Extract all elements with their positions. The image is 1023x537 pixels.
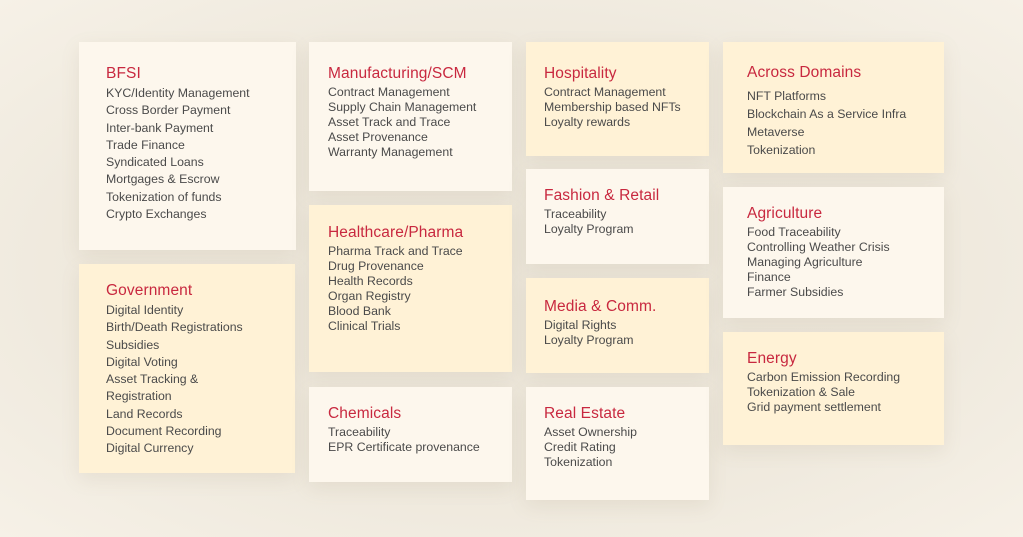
list-item: Controlling Weather Crisis: [747, 240, 890, 254]
list-item: Organ Registry: [328, 289, 411, 303]
card-items: Asset Ownership Credit Rating Tokenizati…: [544, 425, 709, 470]
card-title: Energy: [747, 350, 797, 367]
card-healthcare-pharma: Healthcare/Pharma Pharma Track and Trace…: [309, 205, 512, 372]
card-items: Digital Identity Birth/Death Registratio…: [106, 302, 295, 458]
list-item: Trade Finance: [106, 137, 185, 152]
card-title: Across Domains: [747, 64, 862, 81]
list-item: Registration: [106, 389, 172, 404]
card-title: Hospitality: [544, 65, 617, 82]
card-title: Media & Comm.: [544, 298, 657, 315]
list-item: Clinical Trials: [328, 319, 401, 333]
list-item: Birth/Death Registrations: [106, 320, 243, 335]
list-item: KYC/Identity Management: [106, 86, 250, 100]
card-items: Contract Management Membership based NFT…: [544, 85, 709, 130]
list-item: Loyalty Program: [544, 222, 634, 236]
list-item: Food Traceability: [747, 225, 841, 239]
card-media-comm: Media & Comm. Digital Rights Loyalty Pro…: [526, 278, 709, 373]
list-item: Tokenization: [747, 143, 816, 157]
card-items: Pharma Track and Trace Drug Provenance H…: [328, 244, 512, 334]
list-item: Tokenization of funds: [106, 189, 222, 204]
list-item: Asset Ownership: [544, 425, 637, 439]
list-item: Asset Tracking &: [106, 372, 199, 387]
list-item: Inter-bank Payment: [106, 120, 214, 135]
card-real-estate: Real Estate Asset Ownership Credit Ratin…: [526, 387, 709, 500]
list-item: Tokenization & Sale: [747, 385, 856, 399]
list-item: Warranty Management: [328, 145, 453, 159]
card-items: Food Traceability Controlling Weather Cr…: [747, 225, 944, 300]
list-item: Blood Bank: [328, 304, 391, 318]
list-item: Traceability: [544, 207, 607, 221]
list-item: Grid payment settlement: [747, 400, 881, 414]
list-item: Carbon Emission Recording: [747, 370, 901, 384]
card-across-domains: Across Domains NFT Platforms Blockchain …: [723, 42, 944, 173]
card-title: Agriculture: [747, 205, 823, 222]
list-item: NFT Platforms: [747, 89, 827, 103]
card-items: KYC/Identity Management Cross Border Pay…: [106, 85, 296, 223]
card-items: Contract Management Supply Chain Managem…: [328, 85, 512, 160]
list-item: Mortgages & Escrow: [106, 172, 220, 187]
list-item: Traceability: [328, 425, 391, 439]
card-items: Traceability Loyalty Program: [544, 207, 709, 237]
card-bfsi: BFSI KYC/Identity Management Cross Borde…: [79, 42, 296, 250]
list-item: Document Recording: [106, 424, 222, 439]
list-item: Crypto Exchanges: [106, 207, 207, 222]
card-items: Carbon Emission Recording Tokenization &…: [747, 370, 944, 415]
list-item: Contract Management: [544, 85, 666, 99]
list-item: Metaverse: [747, 125, 805, 139]
list-item: Pharma Track and Trace: [328, 244, 463, 258]
card-title: Chemicals: [328, 405, 402, 422]
card-title: Fashion & Retail: [544, 187, 660, 204]
card-chemicals: Chemicals Traceability EPR Certificate p…: [309, 387, 512, 482]
list-item: Subsidies: [106, 337, 160, 352]
card-items: NFT Platforms Blockchain As a Service In…: [747, 87, 944, 159]
list-item: Cross Border Payment: [106, 103, 231, 118]
list-item: Farmer Subsidies: [747, 285, 844, 299]
list-item: Blockchain As a Service Infra: [747, 107, 907, 121]
card-energy: Energy Carbon Emission Recording Tokeniz…: [723, 332, 944, 445]
card-items: Digital Rights Loyalty Program: [544, 318, 709, 348]
list-item: Drug Provenance: [328, 259, 424, 273]
card-hospitality: Hospitality Contract Management Membersh…: [526, 42, 709, 156]
list-item: EPR Certificate provenance: [328, 440, 480, 454]
card-title: BFSI: [106, 65, 141, 82]
list-item: Membership based NFTs: [544, 100, 681, 114]
list-item: Supply Chain Management: [328, 100, 477, 114]
list-item: Asset Track and Trace: [328, 115, 451, 129]
list-item: Loyalty rewards: [544, 115, 631, 129]
card-title: Real Estate: [544, 405, 626, 422]
list-item: Health Records: [328, 274, 413, 288]
card-title: Government: [106, 282, 193, 299]
card-items: Traceability EPR Certificate provenance: [328, 425, 512, 455]
card-government: Government Digital Identity Birth/Death …: [79, 264, 295, 473]
list-item: Credit Rating: [544, 440, 616, 454]
list-item: Digital Voting: [106, 354, 178, 369]
card-fashion-retail: Fashion & Retail Traceability Loyalty Pr…: [526, 169, 709, 264]
list-item: Digital Currency: [106, 441, 194, 456]
list-item: Finance: [747, 270, 791, 284]
list-item: Managing Agriculture: [747, 255, 863, 269]
card-manufacturing-scm: Manufacturing/SCM Contract Management Su…: [309, 42, 512, 191]
list-item: Loyalty Program: [544, 333, 634, 347]
list-item: Asset Provenance: [328, 130, 428, 144]
card-title: Healthcare/Pharma: [328, 224, 464, 241]
card-agriculture: Agriculture Food Traceability Controllin…: [723, 187, 944, 318]
list-item: Tokenization: [544, 455, 613, 469]
list-item: Digital Rights: [544, 318, 617, 332]
list-item: Contract Management: [328, 85, 450, 99]
list-item: Digital Identity: [106, 303, 184, 317]
list-item: Land Records: [106, 406, 183, 421]
list-item: Syndicated Loans: [106, 155, 204, 170]
card-title: Manufacturing/SCM: [328, 65, 467, 82]
